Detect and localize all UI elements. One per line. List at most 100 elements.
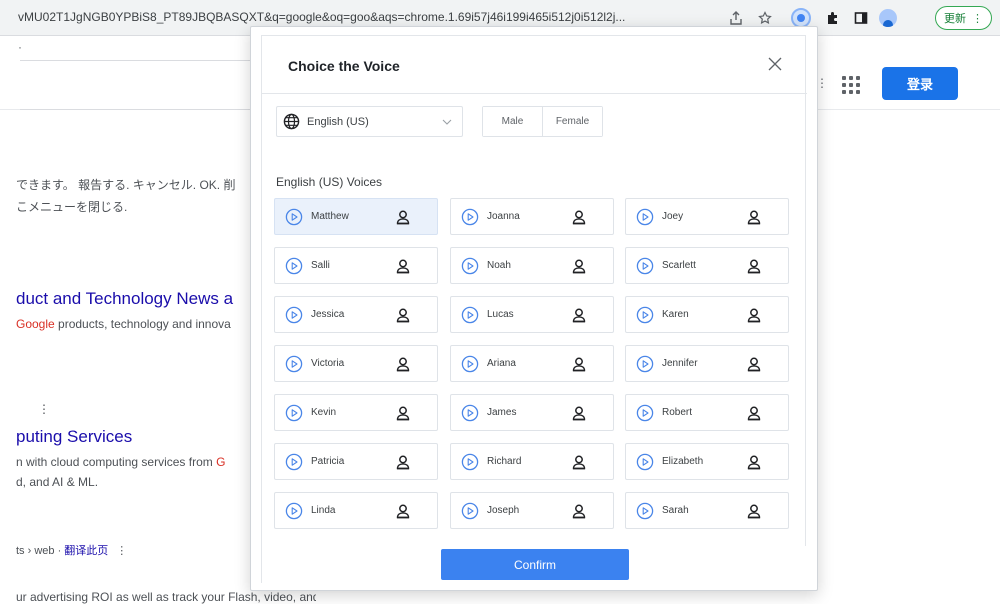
result-menu-icon[interactable]: ⋮ [38, 402, 50, 416]
result-title[interactable]: duct and Technology News a [16, 289, 250, 309]
play-icon[interactable] [461, 208, 479, 226]
voice-name: Robert [662, 407, 693, 418]
play-icon[interactable] [461, 502, 479, 520]
play-icon[interactable] [461, 453, 479, 471]
play-icon[interactable] [461, 257, 479, 275]
snippet-text: products, technology and innova [54, 317, 231, 331]
translate-link[interactable]: 翻译此页 [64, 545, 108, 557]
voice-name: Sarah [662, 505, 689, 516]
breadcrumb-text: ts › web · [16, 545, 65, 557]
result-snippet: d, and AI & ML. [16, 475, 99, 489]
play-icon[interactable] [285, 306, 303, 324]
close-button[interactable] [762, 52, 788, 78]
voice-name: Karen [662, 309, 689, 320]
play-icon[interactable] [636, 257, 654, 275]
search-box-edge[interactable] [20, 60, 250, 110]
voice-card[interactable]: Joanna [450, 198, 614, 235]
result-menu-icon[interactable]: ⋮ [116, 545, 127, 557]
voice-card[interactable]: Joseph [450, 492, 614, 529]
person-icon [746, 356, 762, 372]
voice-name: Scarlett [662, 260, 696, 271]
voice-card[interactable]: Kevin [274, 394, 438, 431]
voice-name: Elizabeth [662, 456, 704, 467]
voice-card[interactable]: Matthew [274, 198, 438, 235]
voice-card[interactable]: Joey [625, 198, 789, 235]
voice-card[interactable]: Richard [450, 443, 614, 480]
snippet-line: こメニューを閉じる. [16, 200, 128, 214]
play-icon[interactable] [636, 355, 654, 373]
play-icon[interactable] [285, 453, 303, 471]
play-icon[interactable] [285, 404, 303, 422]
gender-male-button[interactable]: Male [483, 107, 542, 136]
voice-dialog-panel: Choice the Voice English (US) Male Femal… [261, 35, 807, 584]
voice-card[interactable]: Jessica [274, 296, 438, 333]
person-icon [571, 405, 587, 421]
google-apps-icon[interactable] [842, 76, 860, 94]
profile-avatar-icon[interactable] [877, 7, 899, 29]
play-icon[interactable] [461, 306, 479, 324]
voice-card[interactable]: Jennifer [625, 345, 789, 382]
extensions-puzzle-icon[interactable] [822, 7, 844, 29]
voice-card[interactable]: James [450, 394, 614, 431]
person-icon [571, 258, 587, 274]
subbar-dot: · [18, 40, 22, 54]
play-icon[interactable] [285, 502, 303, 520]
confirm-button[interactable]: Confirm [441, 549, 629, 580]
voice-name: Jennifer [662, 358, 698, 369]
address-bar[interactable]: vMU02T1JgNGB0YPBiS8_PT89JBQBASQXT&q=goog… [18, 10, 723, 24]
play-icon[interactable] [636, 208, 654, 226]
voice-card[interactable]: Noah [450, 247, 614, 284]
voice-card[interactable]: Ariana [450, 345, 614, 382]
play-icon[interactable] [285, 208, 303, 226]
voice-name: Lucas [487, 309, 514, 320]
person-icon [395, 405, 411, 421]
voices-section-title: English (US) Voices [276, 175, 383, 189]
voice-grid: Matthew Joanna Joey Salli Noah Scarlett Jessic… [274, 198, 794, 548]
voice-card[interactable]: Linda [274, 492, 438, 529]
play-icon[interactable] [285, 355, 303, 373]
person-icon [746, 307, 762, 323]
voice-name: Salli [311, 260, 330, 271]
voice-card[interactable]: Lucas [450, 296, 614, 333]
result-breadcrumb: ts › web · 翻译此页 ⋮ [16, 542, 250, 558]
voice-card[interactable]: Patricia [274, 443, 438, 480]
voice-name: Joseph [487, 505, 520, 516]
voice-card[interactable]: Salli [274, 247, 438, 284]
dialog-title: Choice the Voice [288, 58, 400, 74]
play-icon[interactable] [461, 355, 479, 373]
voice-name: Richard [487, 456, 522, 467]
play-icon[interactable] [636, 502, 654, 520]
snippet-highlight: G [216, 455, 226, 469]
voice-name: Patricia [311, 456, 345, 467]
snippet-text: n with cloud computing services from [16, 455, 217, 469]
play-icon[interactable] [636, 306, 654, 324]
voice-card[interactable]: Victoria [274, 345, 438, 382]
gender-female-button[interactable]: Female [542, 107, 602, 136]
voice-name: Joanna [487, 211, 520, 222]
person-icon [395, 209, 411, 225]
voice-card[interactable]: Scarlett [625, 247, 789, 284]
language-select[interactable]: English (US) [276, 106, 463, 137]
play-icon[interactable] [285, 257, 303, 275]
side-panel-icon[interactable] [850, 7, 872, 29]
play-icon[interactable] [461, 404, 479, 422]
voice-card[interactable]: Sarah [625, 492, 789, 529]
play-icon[interactable] [636, 453, 654, 471]
chrome-update-button[interactable]: 更新 ⋮ [935, 6, 992, 30]
voice-name: Ariana [487, 358, 516, 369]
voice-card[interactable]: Elizabeth [625, 443, 789, 480]
play-icon[interactable] [636, 404, 654, 422]
result-title[interactable]: puting Services [16, 427, 250, 447]
result-snippet: ur advertising ROI as well as track your… [16, 590, 316, 604]
voice-dialog: Choice the Voice English (US) Male Femal… [250, 26, 818, 591]
voice-name: Kevin [311, 407, 337, 418]
login-button[interactable]: 登录 [882, 67, 958, 100]
gender-filter: Male Female [482, 106, 603, 137]
voice-card[interactable]: Robert [625, 394, 789, 431]
voice-card[interactable]: Karen [625, 296, 789, 333]
person-icon [571, 307, 587, 323]
voice-name: Noah [487, 260, 511, 271]
person-icon [571, 209, 587, 225]
person-icon [746, 258, 762, 274]
person-icon [571, 356, 587, 372]
